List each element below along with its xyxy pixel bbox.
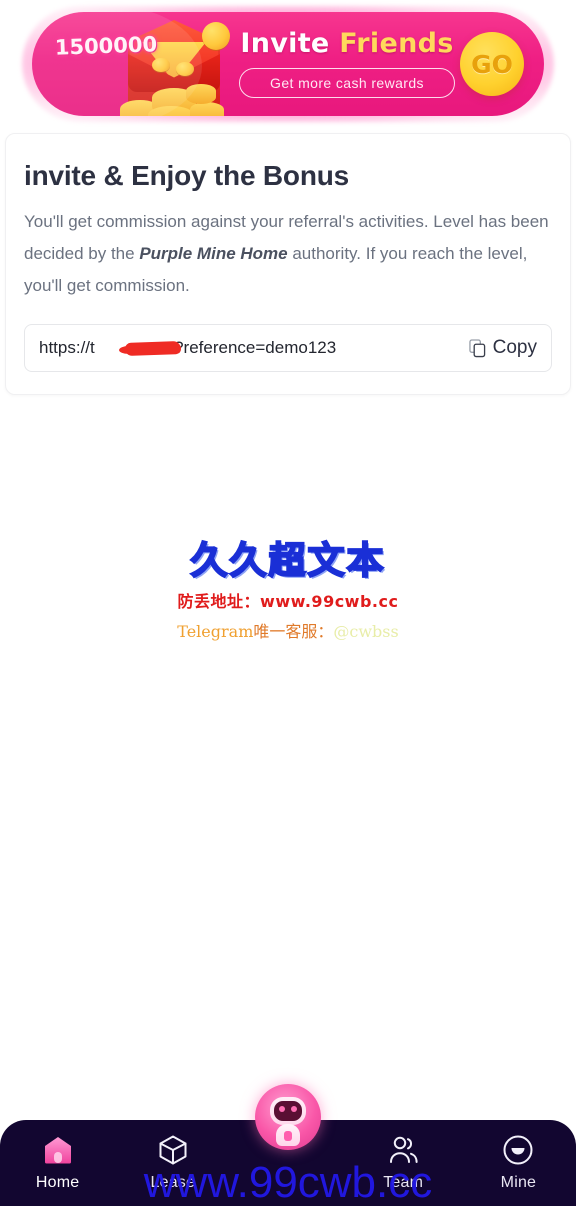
go-button[interactable]: GO xyxy=(460,32,524,96)
nav-item-team[interactable]: Team xyxy=(346,1120,461,1192)
watermark-title: 久久超文本 xyxy=(190,538,386,583)
banner-body: 1500000 Invite Friends Get more cash rew… xyxy=(32,12,544,116)
nav-item-mine[interactable]: Mine xyxy=(461,1120,576,1192)
nav-label-team: Team xyxy=(383,1174,424,1191)
nav-label-lease: Lease xyxy=(150,1174,196,1191)
banner-headline-friends: Friends xyxy=(339,28,454,59)
banner-headline-invite: Invite xyxy=(240,28,330,59)
robot-face-icon xyxy=(274,1101,302,1121)
banner-headline: Invite Friends xyxy=(222,26,472,62)
description-emphasis: Purple Mine Home xyxy=(139,244,288,263)
banner-amount: 1500000 xyxy=(54,32,158,60)
nav-item-home[interactable]: Home xyxy=(0,1120,115,1192)
robot-assistant-button[interactable] xyxy=(255,1084,321,1150)
card-description: You'll get commission against your refer… xyxy=(24,206,552,302)
watermark-telegram-label: 唯一客服： xyxy=(253,622,334,641)
invite-banner[interactable]: 1500000 Invite Friends Get more cash rew… xyxy=(0,0,576,128)
referral-link-input[interactable]: https://txxxxx.com?reference=demo123 xyxy=(39,338,469,358)
watermark-telegram-prefix: Telegram xyxy=(177,622,254,641)
people-icon xyxy=(390,1136,418,1163)
banner-text-group: Invite Friends Get more cash rewards xyxy=(222,26,472,98)
page-title: invite & Enjoy the Bonus xyxy=(24,160,350,191)
nav-label-home: Home xyxy=(35,1174,80,1191)
redaction-mark-icon xyxy=(124,341,182,356)
watermark-center: 久久超文本 防丢地址：www.99cwb.cc Telegram唯一客服：@cw… xyxy=(0,530,576,642)
referral-link-prefix: https://t xyxy=(39,338,95,357)
copy-button[interactable]: Copy xyxy=(468,337,537,359)
invite-bonus-card: invite & Enjoy the Bonus You'll get comm… xyxy=(5,133,571,395)
home-icon xyxy=(44,1137,71,1164)
copy-button-label: Copy xyxy=(492,337,537,358)
referral-link-row[interactable]: https://txxxxx.com?reference=demo123 Cop… xyxy=(24,324,552,372)
watermark-address-label: 防丢地址： xyxy=(177,592,261,611)
cube-icon xyxy=(159,1135,187,1165)
referral-link-text: https://txxxxx.com?reference=demo123 xyxy=(39,338,336,357)
robot-chest-icon xyxy=(284,1131,292,1141)
banner-subtitle-pill: Get more cash rewards xyxy=(239,68,455,98)
nav-label-mine: Mine xyxy=(500,1174,537,1191)
copy-icon xyxy=(468,338,485,357)
watermark-address: 防丢地址：www.99cwb.cc xyxy=(0,588,576,612)
watermark-telegram: Telegram唯一客服：@cwbss xyxy=(0,618,576,642)
profile-icon xyxy=(503,1135,533,1165)
nav-item-lease[interactable]: Lease xyxy=(115,1120,230,1192)
watermark-telegram-handle: @cwbss xyxy=(333,622,399,641)
watermark-address-value: www.99cwb.cc xyxy=(260,592,399,611)
